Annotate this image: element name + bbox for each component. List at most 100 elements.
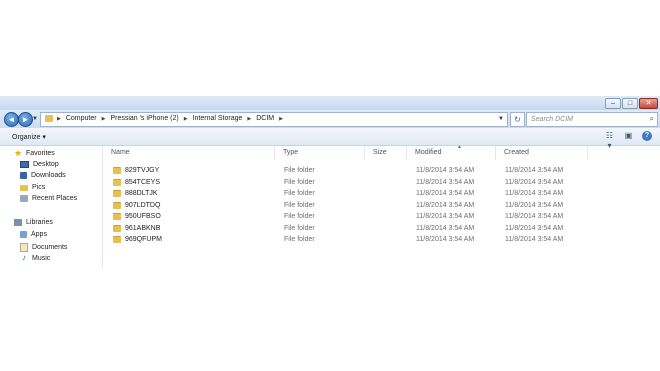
file-type: File folder — [284, 167, 315, 174]
navigation-pane: ★ Favorites Desktop Downloads Pics Recen… — [0, 146, 103, 268]
folder-icon — [113, 213, 121, 220]
nav-favorites-label: Favorites — [26, 149, 55, 157]
breadcrumb-separator-icon[interactable]: ▶ — [247, 116, 251, 122]
file-name: 854TCEYS — [125, 179, 161, 186]
column-header-type[interactable]: Type — [275, 146, 365, 160]
search-input[interactable]: Search DCIM ⌕ — [526, 112, 658, 127]
nav-item-label: Desktop — [33, 161, 59, 168]
nav-item-documents[interactable]: Documents — [20, 243, 67, 252]
file-row[interactable]: 961ABKNB File folder 11/8/2014 3:54 AM 1… — [103, 223, 660, 234]
file-row[interactable]: 950UFBSO File folder 11/8/2014 3:54 AM 1… — [103, 211, 660, 222]
file-modified: 11/8/2014 3:54 AM — [416, 167, 475, 174]
column-header-size[interactable]: Size — [365, 146, 407, 160]
breadcrumb-computer[interactable]: Computer — [66, 115, 97, 122]
folder-icon — [113, 236, 121, 243]
minimize-button[interactable]: – — [605, 98, 621, 109]
forward-arrow-icon[interactable]: ► — [18, 112, 33, 127]
title-bar: – □ ✕ — [0, 96, 660, 110]
folder-icon — [113, 225, 121, 232]
search-placeholder: Search DCIM — [531, 116, 574, 123]
nav-favorites[interactable]: ★ Favorites — [14, 148, 55, 158]
address-bar[interactable]: ▶ Computer ▶ Pressian 's iPhone (2) ▶ In… — [40, 112, 508, 127]
file-modified: 11/8/2014 3:54 AM — [416, 202, 475, 209]
folder-icon — [113, 179, 121, 186]
file-row[interactable]: 854TCEYS File folder 11/8/2014 3:54 AM 1… — [103, 177, 660, 188]
explorer-window: – □ ✕ ◄ ► ▼ ▶ Computer ▶ Pressian 's iPh… — [0, 96, 660, 268]
help-icon[interactable]: ? — [642, 131, 652, 141]
file-created: 11/8/2014 3:54 AM — [505, 167, 564, 174]
documents-icon — [20, 243, 28, 252]
file-name-cell: 829TVJGY — [113, 165, 159, 176]
preview-pane-icon[interactable]: ▣ — [623, 131, 634, 141]
maximize-button[interactable]: □ — [622, 98, 638, 109]
column-header-modified[interactable]: Modified — [407, 146, 496, 160]
breadcrumb-iphone[interactable]: Pressian 's iPhone (2) — [110, 115, 178, 122]
desktop-icon — [20, 161, 29, 168]
music-icon: ♪ — [22, 253, 26, 262]
file-row[interactable]: 829TVJGY File folder 11/8/2014 3:54 AM 1… — [103, 165, 660, 176]
breadcrumb-separator-icon[interactable]: ▶ — [279, 116, 283, 122]
folder-icon — [113, 202, 121, 209]
nav-item-pics[interactable]: Pics — [20, 184, 45, 191]
star-icon: ★ — [14, 148, 23, 158]
file-name-cell: 888DLTJK — [113, 188, 158, 199]
nav-item-downloads[interactable]: Downloads — [20, 172, 66, 179]
organize-button[interactable]: Organize ▾ — [12, 133, 46, 141]
file-name: 961ABKNB — [125, 225, 161, 232]
file-name: 829TVJGY — [125, 167, 160, 174]
column-header-created[interactable]: Created — [496, 146, 588, 160]
nav-item-apps[interactable]: Apps — [20, 231, 47, 238]
file-name-cell: 950UFBSO — [113, 211, 161, 222]
breadcrumb-internal-storage[interactable]: Internal Storage — [193, 115, 243, 122]
toolbar-right: ☷ ▾ ▣ ? — [604, 131, 652, 150]
nav-item-label: Music — [32, 254, 51, 262]
file-modified: 11/8/2014 3:54 AM — [416, 236, 475, 243]
file-type: File folder — [284, 236, 315, 243]
folder-icon — [20, 184, 28, 191]
nav-item-desktop[interactable]: Desktop — [20, 161, 59, 168]
file-created: 11/8/2014 3:54 AM — [505, 190, 564, 197]
file-modified: 11/8/2014 3:54 AM — [416, 179, 475, 186]
file-name: 969QFUPM — [125, 236, 162, 243]
refresh-icon[interactable]: ↻ — [510, 112, 525, 127]
file-created: 11/8/2014 3:54 AM — [505, 225, 564, 232]
breadcrumb-dcim[interactable]: DCIM — [256, 115, 274, 122]
file-modified: 11/8/2014 3:54 AM — [416, 213, 475, 220]
column-header-name[interactable]: Name — [103, 146, 275, 160]
breadcrumb-separator-icon[interactable]: ▶ — [57, 116, 61, 122]
recent-pages-dropdown-icon[interactable]: ▼ — [32, 116, 38, 122]
file-created: 11/8/2014 3:54 AM — [505, 202, 564, 209]
nav-item-label: Apps — [31, 231, 47, 238]
file-name: 907LDTDQ — [125, 202, 161, 209]
sort-arrow-icon: ▲ — [457, 144, 462, 150]
nav-libraries-label: Libraries — [26, 219, 53, 226]
file-name-cell: 969QFUPM — [113, 234, 162, 245]
nav-item-label: Documents — [32, 244, 68, 251]
nav-libraries[interactable]: Libraries — [14, 219, 53, 226]
file-row[interactable]: 888DLTJK File folder 11/8/2014 3:54 AM 1… — [103, 188, 660, 199]
file-created: 11/8/2014 3:54 AM — [505, 213, 564, 220]
address-row: ◄ ► ▼ ▶ Computer ▶ Pressian 's iPhone (2… — [0, 110, 660, 128]
view-options-icon[interactable]: ☷ ▾ — [604, 131, 615, 150]
file-row[interactable]: 969QFUPM File folder 11/8/2014 3:54 AM 1… — [103, 234, 660, 245]
breadcrumb-separator-icon[interactable]: ▶ — [184, 116, 188, 122]
file-modified: 11/8/2014 3:54 AM — [416, 225, 475, 232]
breadcrumb-separator-icon[interactable]: ▶ — [102, 116, 106, 122]
back-arrow-icon[interactable]: ◄ — [4, 112, 19, 127]
nav-item-label: Recent Places — [32, 195, 78, 202]
file-name-cell: 961ABKNB — [113, 223, 160, 234]
nav-item-label: Pics — [32, 184, 46, 191]
caption-buttons: – □ ✕ — [605, 98, 658, 109]
nav-item-music[interactable]: ♪ Music — [20, 254, 50, 262]
file-type: File folder — [284, 213, 315, 220]
file-modified: 11/8/2014 3:54 AM — [416, 190, 475, 197]
nav-item-recent-places[interactable]: Recent Places — [20, 195, 77, 202]
address-dropdown-icon[interactable]: ▼ — [498, 116, 504, 122]
folder-icon — [113, 167, 121, 174]
breadcrumb: ▶ Computer ▶ Pressian 's iPhone (2) ▶ In… — [57, 115, 283, 122]
file-row[interactable]: 907LDTDQ File folder 11/8/2014 3:54 AM 1… — [103, 200, 660, 211]
close-button[interactable]: ✕ — [639, 98, 658, 109]
nav-item-label: Downloads — [31, 172, 66, 179]
file-type: File folder — [284, 179, 315, 186]
folder-icon — [45, 115, 53, 122]
